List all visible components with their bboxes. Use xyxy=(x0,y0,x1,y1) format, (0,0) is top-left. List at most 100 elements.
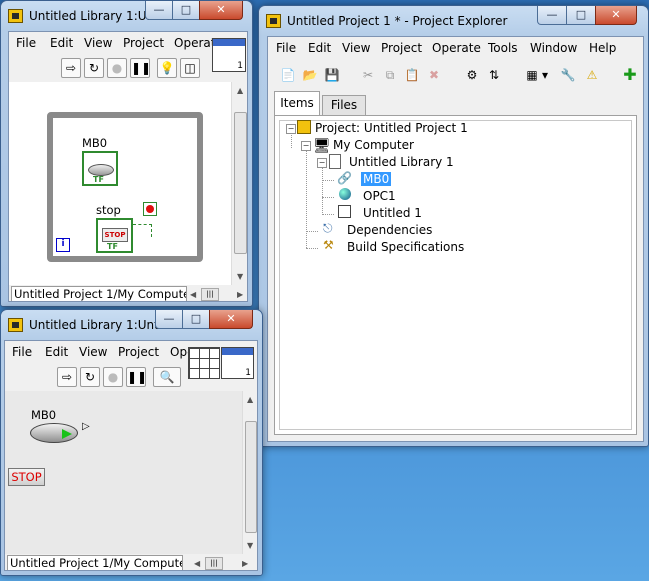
tab-files[interactable]: Files xyxy=(322,95,366,116)
properties-icon[interactable]: 🔧 xyxy=(558,65,578,85)
close-button[interactable]: ✕ xyxy=(595,6,637,25)
tree-item-dependencies[interactable]: Dependencies xyxy=(347,223,432,237)
vertical-scrollbar[interactable]: ▲ ▼ xyxy=(242,391,257,554)
project-tree: − Project: Untitled Project 1 − 🖥 My Com… xyxy=(274,115,637,435)
search-icon[interactable]: 🔍 xyxy=(153,367,181,387)
deploy-icon[interactable]: ⇅ xyxy=(484,65,504,85)
warning-icon[interactable]: ⚠ xyxy=(582,65,602,85)
menu-file[interactable]: File xyxy=(12,345,32,359)
close-button[interactable]: ✕ xyxy=(199,1,243,20)
maximize-button[interactable]: □ xyxy=(566,6,596,25)
minimize-button[interactable]: — xyxy=(537,6,567,25)
block-diagram-titlebar[interactable]: Untitled Library 1:U... — □ ✕ xyxy=(1,1,252,31)
minimize-button[interactable]: — xyxy=(155,310,183,329)
scroll-up-arrow[interactable]: ▲ xyxy=(237,86,243,95)
menu-window[interactable]: Window xyxy=(530,41,577,55)
maximize-button[interactable]: □ xyxy=(182,310,210,329)
menu-project[interactable]: Project xyxy=(123,36,164,50)
horizontal-scrollbar[interactable]: ◀ ||| ▶ xyxy=(185,555,257,570)
scroll-thumb[interactable] xyxy=(245,421,257,533)
run-arrow-icon[interactable]: ⇨ xyxy=(57,367,77,387)
add-item-icon[interactable]: ✚ xyxy=(620,65,640,85)
menu-operate[interactable]: Operate xyxy=(432,41,481,55)
tab-items[interactable]: Items xyxy=(274,91,320,115)
menu-edit[interactable]: Edit xyxy=(45,345,68,359)
pause-icon[interactable]: ❚❚ xyxy=(130,58,151,78)
menu-view[interactable]: View xyxy=(84,36,112,50)
abort-icon[interactable]: ● xyxy=(103,367,123,387)
context-status: Untitled Project 1/My Computer xyxy=(7,555,183,570)
project-toolbar: 📄 📂 💾 ✂ ⧉ 📋 ✖ ⚙ ⇅ ▦ ▾ 🔧 ⚠ ✚ xyxy=(268,61,643,89)
tf-tag: TF xyxy=(93,175,104,184)
scroll-up-arrow[interactable]: ▲ xyxy=(247,395,253,404)
menu-project[interactable]: Project xyxy=(381,41,422,55)
menu-edit[interactable]: Edit xyxy=(308,41,331,55)
front-panel-canvas[interactable]: MB0 ▷ STOP xyxy=(5,391,242,554)
pause-icon[interactable]: ❚❚ xyxy=(126,367,147,387)
scroll-left-arrow[interactable]: ◀ xyxy=(190,290,196,299)
menu-tools[interactable]: Tools xyxy=(488,41,518,55)
cut-icon[interactable]: ✂ xyxy=(358,65,378,85)
vertical-scrollbar[interactable]: ▲ ▼ xyxy=(231,82,247,285)
stop-button[interactable]: STOP xyxy=(8,468,45,486)
scroll-left-arrow[interactable]: ◀ xyxy=(194,559,200,568)
horizontal-scrollbar[interactable]: ◀ ||| ▶ xyxy=(187,286,247,301)
project-explorer-titlebar[interactable]: Untitled Project 1 * - Project Explorer … xyxy=(259,6,648,36)
run-arrow-icon[interactable]: ⇨ xyxy=(61,58,81,78)
tree-item-library[interactable]: Untitled Library 1 xyxy=(349,155,454,169)
new-file-icon[interactable]: 📄 xyxy=(278,65,298,85)
menu-project[interactable]: Project xyxy=(118,345,159,359)
front-panel-client: File Edit View Project Ope 1 ⇨ ↻ ● ❚❚ 🔍 … xyxy=(4,340,258,571)
build-icon[interactable]: ⚙ xyxy=(462,65,482,85)
io-server-icon xyxy=(339,188,351,200)
paste-icon[interactable]: 📋 xyxy=(402,65,422,85)
mb0-boolean-terminal[interactable]: TF xyxy=(82,151,118,186)
scroll-right-arrow[interactable]: ▶ xyxy=(242,559,248,568)
delete-icon[interactable]: ✖ xyxy=(424,65,444,85)
copy-icon[interactable]: ⧉ xyxy=(380,65,400,85)
view-as-icon[interactable]: ▦ xyxy=(522,65,542,85)
run-continuously-icon[interactable]: ↻ xyxy=(80,367,100,387)
tree-item-build-specifications[interactable]: Build Specifications xyxy=(347,240,464,254)
menu-file[interactable]: File xyxy=(16,36,36,50)
conditional-stop-terminal[interactable] xyxy=(143,202,157,216)
scroll-down-arrow[interactable]: ▼ xyxy=(247,541,253,550)
tree-item-mb0[interactable]: MB0 xyxy=(361,172,392,186)
tree-item-my-computer[interactable]: My Computer xyxy=(333,138,414,152)
menu-view[interactable]: View xyxy=(342,41,370,55)
boolean-wire xyxy=(133,224,152,237)
menu-edit[interactable]: Edit xyxy=(50,36,73,50)
close-button[interactable]: ✕ xyxy=(209,310,253,329)
menu-file[interactable]: File xyxy=(276,41,296,55)
scroll-thumb[interactable]: ||| xyxy=(205,557,223,570)
menu-view[interactable]: View xyxy=(79,345,107,359)
dropdown-arrow-icon[interactable]: ▾ xyxy=(540,65,550,85)
scroll-thumb[interactable]: ||| xyxy=(201,288,219,301)
front-panel-titlebar[interactable]: Untitled Library 1:Unti... — □ ✕ xyxy=(1,310,262,340)
run-continuously-icon[interactable]: ↻ xyxy=(84,58,104,78)
collapse-library-toggle[interactable]: − xyxy=(317,158,327,168)
block-diagram-canvas[interactable]: MB0 TF stop STOP TF i xyxy=(9,82,231,285)
front-panel-window: Untitled Library 1:Unti... — □ ✕ File Ed… xyxy=(0,309,263,576)
minimize-button[interactable]: — xyxy=(145,1,173,20)
menu-help[interactable]: Help xyxy=(589,41,616,55)
tree-item-project[interactable]: Project: Untitled Project 1 xyxy=(315,121,468,135)
stop-boolean-terminal[interactable]: STOP TF xyxy=(96,218,133,253)
highlight-execution-icon[interactable]: 💡 xyxy=(157,58,177,78)
tab-files-label: Files xyxy=(330,98,358,112)
scroll-thumb[interactable] xyxy=(234,112,247,254)
tree-item-opc1[interactable]: OPC1 xyxy=(363,189,396,203)
retain-wire-values-icon[interactable]: ◫ xyxy=(180,58,200,78)
scroll-down-arrow[interactable]: ▼ xyxy=(237,272,243,281)
collapse-project-toggle[interactable]: − xyxy=(286,124,296,134)
tree-item-untitled-1[interactable]: Untitled 1 xyxy=(363,206,422,220)
maximize-button[interactable]: □ xyxy=(172,1,200,20)
save-all-icon[interactable]: 💾 xyxy=(322,65,342,85)
scroll-right-arrow[interactable]: ▶ xyxy=(237,290,243,299)
collapse-computer-toggle[interactable]: − xyxy=(301,141,311,151)
iteration-terminal[interactable]: i xyxy=(56,238,70,252)
open-folder-icon[interactable]: 📂 xyxy=(300,65,320,85)
mb0-led-indicator[interactable] xyxy=(30,423,78,443)
abort-icon[interactable]: ● xyxy=(107,58,127,78)
block-diagram-client: File Edit View Project Operate 1 ⇨ ↻ ● ❚… xyxy=(8,31,248,302)
